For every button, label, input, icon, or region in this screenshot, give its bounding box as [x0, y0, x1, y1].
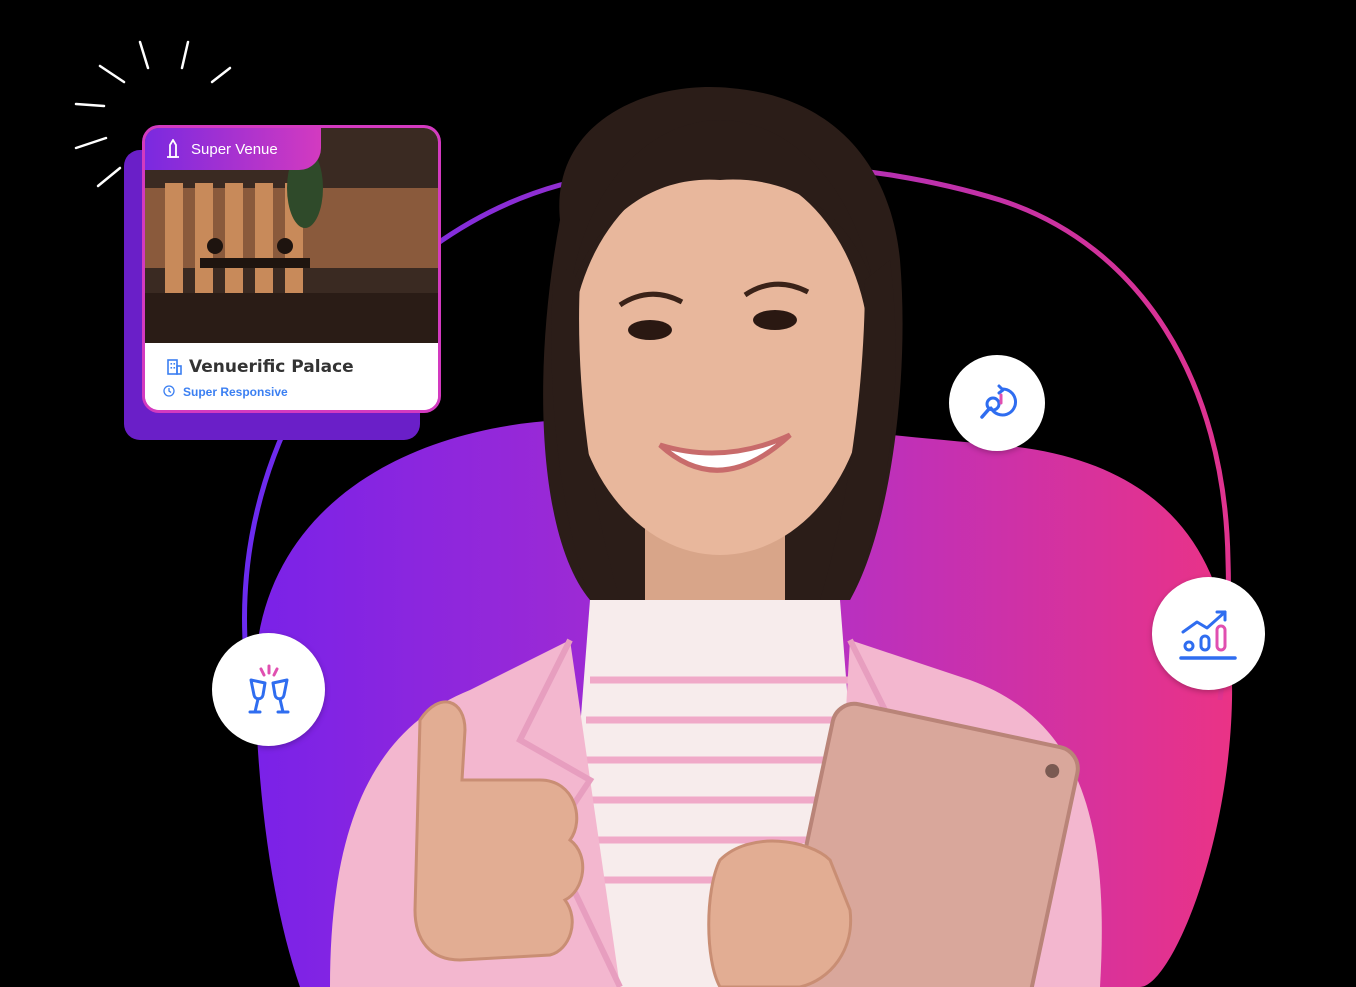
search-refresh-button[interactable]: [949, 355, 1045, 451]
chart-growth-icon: [1178, 610, 1237, 660]
venue-card[interactable]: Super Venue Venuerific Palace Super Resp…: [145, 128, 438, 410]
search-refresh-icon: [980, 384, 1018, 419]
venue-status: Super Responsive: [183, 385, 288, 399]
toast-glasses-icon: [248, 664, 289, 713]
venue-info: Venuerific Palace Super Responsive: [145, 343, 438, 410]
building-icon: [167, 359, 182, 375]
super-venue-badge: Super Venue: [145, 128, 321, 170]
venue-name: Venuerific Palace: [189, 357, 354, 377]
clock-icon: [163, 385, 175, 397]
hero-illustration: Super Venue Venuerific Palace Super Resp…: [0, 0, 1356, 987]
badge-label: Super Venue: [191, 140, 278, 158]
celebration-button[interactable]: [212, 633, 325, 746]
venue-badge-icon: [167, 139, 179, 158]
growth-stats-button[interactable]: [1152, 577, 1265, 690]
